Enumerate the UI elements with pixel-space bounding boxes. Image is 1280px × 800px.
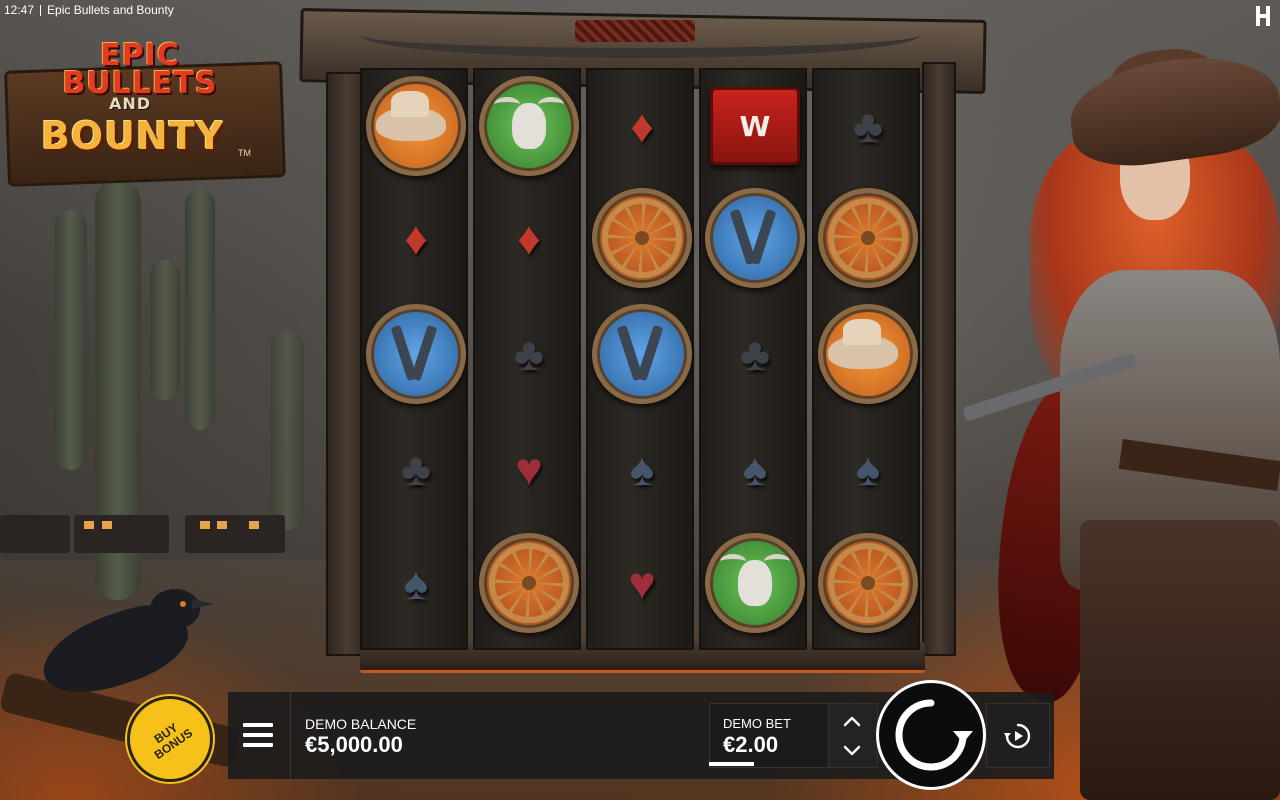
reel-cell: ♥: [588, 527, 696, 639]
logo-trademark: TM: [238, 148, 251, 158]
balance-value: €5,000.00: [305, 732, 403, 757]
reel-cell: [701, 527, 809, 639]
reel-cell: ♠: [701, 413, 809, 525]
hat-symbol-icon: [818, 304, 918, 404]
reel-grid[interactable]: ♦ ♣ ♠ ♦ ♣ ♥ ♦ ♠ ♥ W ♣ ♠ ♣ ♠: [360, 68, 920, 650]
bet-label: DEMO BET: [723, 716, 791, 731]
club-symbol-icon: ♣: [852, 100, 884, 152]
status-bar: 12:47 Epic Bullets and Bounty: [0, 0, 174, 20]
reel-cell: ♠: [362, 527, 470, 639]
dynamite-symbol-icon: W: [710, 87, 800, 165]
reel-column: ♦ ♣ ♥: [473, 68, 581, 650]
status-separator: [40, 4, 42, 16]
control-divider: [290, 692, 291, 779]
reel-column: ♦ ♣ ♠: [360, 68, 468, 650]
reel-column: W ♣ ♠: [699, 68, 807, 650]
reel-cell: [814, 298, 922, 410]
wheel-symbol-icon: [818, 188, 918, 288]
chevron-down-icon[interactable]: [842, 740, 862, 760]
buy-bonus-button[interactable]: BUY BONUS: [127, 696, 213, 782]
reel-cell: [475, 70, 583, 182]
hat-symbol-icon: [366, 76, 466, 176]
club-symbol-icon: ♣: [739, 328, 771, 380]
guns-symbol-icon: [705, 188, 805, 288]
cactus-arm-far-right: [185, 190, 215, 430]
club-symbol-icon: ♣: [400, 443, 432, 495]
reel-cell: ♣: [814, 70, 922, 182]
cowgirl-legs: [1080, 520, 1280, 800]
frame-rope: [575, 20, 695, 42]
reel-cell: ♠: [588, 413, 696, 525]
guns-symbol-icon: [592, 304, 692, 404]
reel-cell: ♣: [475, 298, 583, 410]
autoplay-button[interactable]: [986, 703, 1050, 768]
skull-symbol-icon: [705, 533, 805, 633]
reel-cell: ♦: [588, 70, 696, 182]
balance-label: DEMO BALANCE: [305, 716, 417, 732]
dynamite-label: W: [739, 109, 771, 143]
heart-symbol-icon: ♥: [515, 443, 543, 495]
autoplay-icon: [1004, 723, 1031, 749]
spin-refresh-icon: [895, 699, 973, 771]
club-symbol-icon: ♣: [513, 328, 545, 380]
reel-cell: [701, 182, 809, 294]
cactus-distant: [270, 330, 304, 530]
cactus-arm-right: [150, 260, 180, 400]
reel-cell: [588, 298, 696, 410]
diamond-symbol-icon: ♦: [630, 100, 654, 152]
guns-symbol-icon: [366, 304, 466, 404]
reel-cell: [362, 70, 470, 182]
brand-logo-icon: [1256, 6, 1270, 26]
reel-cell: ♣: [362, 413, 470, 525]
reel-cell: ♦: [475, 182, 583, 294]
bet-level-indicator: [709, 762, 754, 766]
reel-cell: W: [701, 70, 809, 182]
spade-symbol-icon: ♠: [629, 443, 655, 495]
reel-cell: [588, 182, 696, 294]
reel-cell: [814, 527, 922, 639]
spade-symbol-icon: ♠: [855, 443, 881, 495]
reel-cell: ♦: [362, 182, 470, 294]
chevron-up-icon[interactable]: [842, 712, 862, 732]
reel-cell: [475, 527, 583, 639]
buy-bonus-label: BUY BONUS: [151, 720, 196, 763]
cactus-arm-left: [55, 210, 87, 470]
logo-word-and: AND: [108, 94, 152, 113]
status-app-title: Epic Bullets and Bounty: [47, 3, 174, 17]
reel-column: ♣ ♠: [812, 68, 920, 650]
crow: [10, 585, 214, 715]
logo-word-bounty: BOUNTY: [40, 114, 225, 158]
wheel-symbol-icon: [479, 533, 579, 633]
hamburger-menu-icon[interactable]: [241, 720, 275, 750]
reel-cell: ♣: [701, 298, 809, 410]
diamond-symbol-icon: ♦: [404, 212, 428, 264]
cowgirl-character: [960, 44, 1280, 800]
status-time: 12:47: [4, 3, 35, 17]
spin-button[interactable]: [876, 680, 986, 790]
spade-symbol-icon: ♠: [403, 557, 429, 609]
reel-cell: ♠: [814, 413, 922, 525]
reel-column: ♦ ♠ ♥: [586, 68, 694, 650]
reel-cell: ♥: [475, 413, 583, 525]
reel-cell: [814, 182, 922, 294]
train-silhouette: [0, 505, 300, 555]
frame-post-right: [922, 62, 956, 656]
skull-symbol-icon: [479, 76, 579, 176]
wheel-symbol-icon: [592, 188, 692, 288]
game-logo: EPIC BULLETS AND BOUNTY TM: [0, 36, 286, 196]
diamond-symbol-icon: ♦: [517, 212, 541, 264]
heart-symbol-icon: ♥: [628, 557, 656, 609]
wheel-symbol-icon: [818, 533, 918, 633]
reel-cell: [362, 298, 470, 410]
spade-symbol-icon: ♠: [742, 443, 768, 495]
bet-value: €2.00: [723, 732, 779, 757]
